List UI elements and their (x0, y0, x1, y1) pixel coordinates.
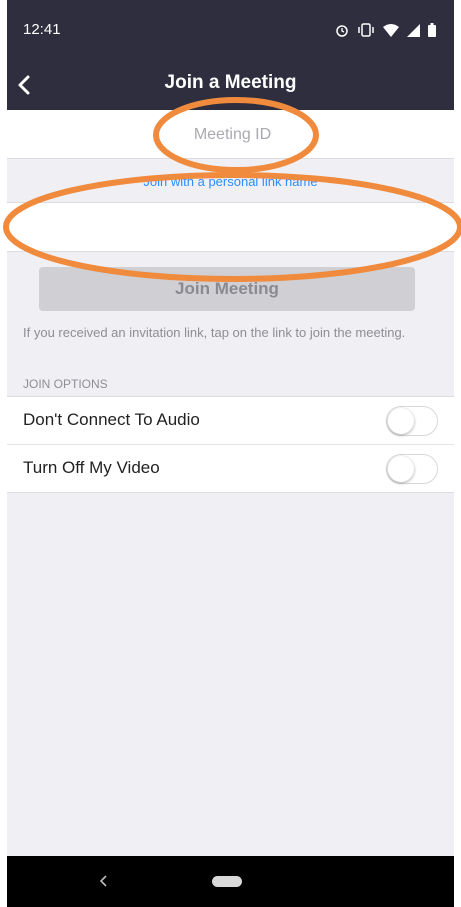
status-time: 12:41 (23, 21, 61, 38)
signal-icon (407, 23, 420, 37)
audio-toggle[interactable] (386, 406, 438, 436)
join-options-list: Don't Connect To Audio Turn Off My Video (7, 396, 454, 493)
option-dont-connect-audio: Don't Connect To Audio (7, 397, 454, 445)
invitation-hint-text: If you received an invitation link, tap … (23, 325, 406, 340)
join-with-personal-link[interactable]: Join with a personal link name (7, 174, 454, 189)
system-navigation-bar (7, 856, 454, 907)
vibrate-icon (358, 23, 374, 37)
screen-name-input[interactable] (7, 203, 454, 253)
toggle-knob (388, 408, 414, 434)
battery-icon (428, 23, 436, 37)
meeting-id-row (7, 110, 454, 160)
join-options-header: JOIN OPTIONS (23, 377, 108, 391)
page-title: Join a Meeting (164, 72, 297, 93)
video-toggle[interactable] (386, 454, 438, 484)
join-meeting-button[interactable]: Join Meeting (39, 267, 415, 311)
option-turn-off-video: Turn Off My Video (7, 445, 454, 492)
option-label: Don't Connect To Audio (23, 410, 200, 429)
status-bar: 12:41 (7, 0, 454, 58)
alarm-icon (336, 25, 348, 37)
status-icons (335, 22, 436, 38)
home-pill-icon[interactable] (212, 876, 242, 887)
phone-screen: 12:41 Join a Meeting Meeting ID Join wit… (7, 0, 454, 907)
screen-name-row (7, 202, 454, 253)
toggle-knob (388, 456, 414, 482)
meeting-id-input[interactable] (7, 110, 454, 160)
wifi-icon (383, 23, 399, 37)
option-label: Turn Off My Video (23, 458, 160, 477)
back-triangle-icon[interactable] (95, 872, 113, 890)
top-navigation-bar: Join a Meeting (7, 58, 454, 110)
